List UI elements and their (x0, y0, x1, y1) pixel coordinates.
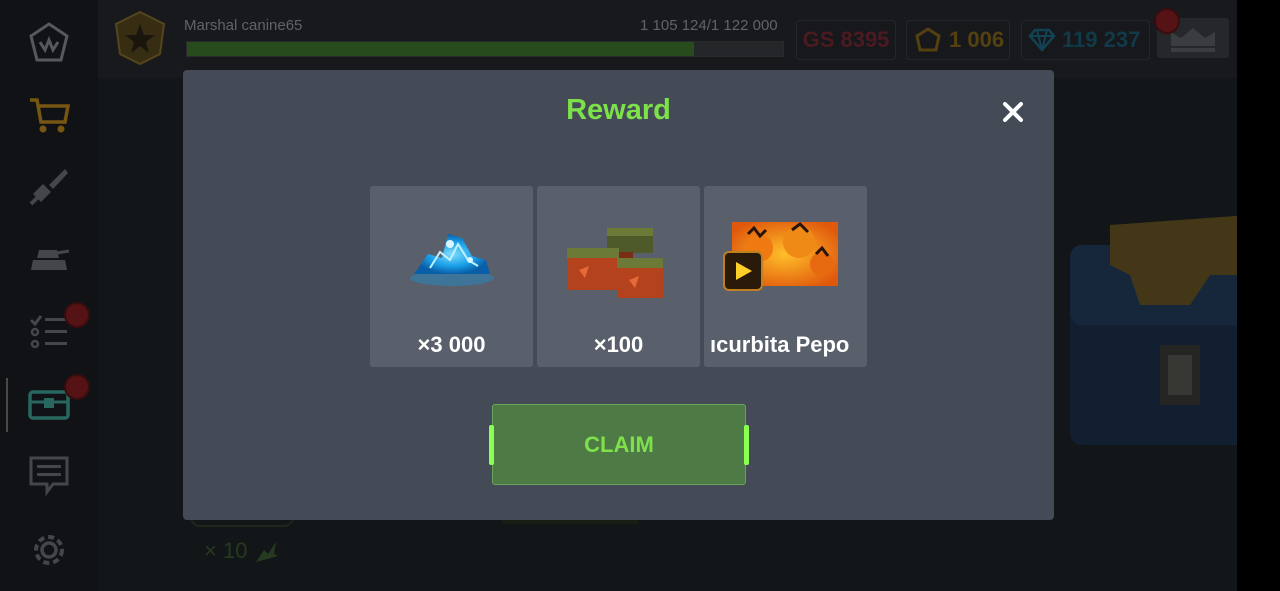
close-button[interactable] (999, 98, 1027, 126)
claim-label: CLAIM (584, 431, 654, 457)
blue-crystals-icon (410, 234, 494, 286)
reward-dialog: Reward ×3 000 ×100 ıcurbita Pepo CLAIM (183, 70, 1054, 520)
claim-button[interactable]: CLAIM (489, 404, 749, 485)
reward-card: ıcurbita Pepo (704, 186, 867, 367)
reward-card: ×3 000 (370, 186, 533, 367)
reward-card: ×100 (537, 186, 700, 367)
reward-quantity: ×3 000 (417, 332, 486, 357)
dialog-title: Reward (566, 94, 671, 126)
close-icon (1003, 102, 1023, 122)
game-screen: Marshal canine65 1 105 124/1 122 000 GS … (0, 0, 1237, 591)
reward-name: ıcurbita Pepo (710, 332, 850, 357)
reward-quantity: ×100 (593, 332, 644, 357)
pumpkin-skin-icon (723, 222, 838, 291)
screen-edge (1237, 0, 1280, 591)
ammo-crates-icon (567, 228, 663, 298)
